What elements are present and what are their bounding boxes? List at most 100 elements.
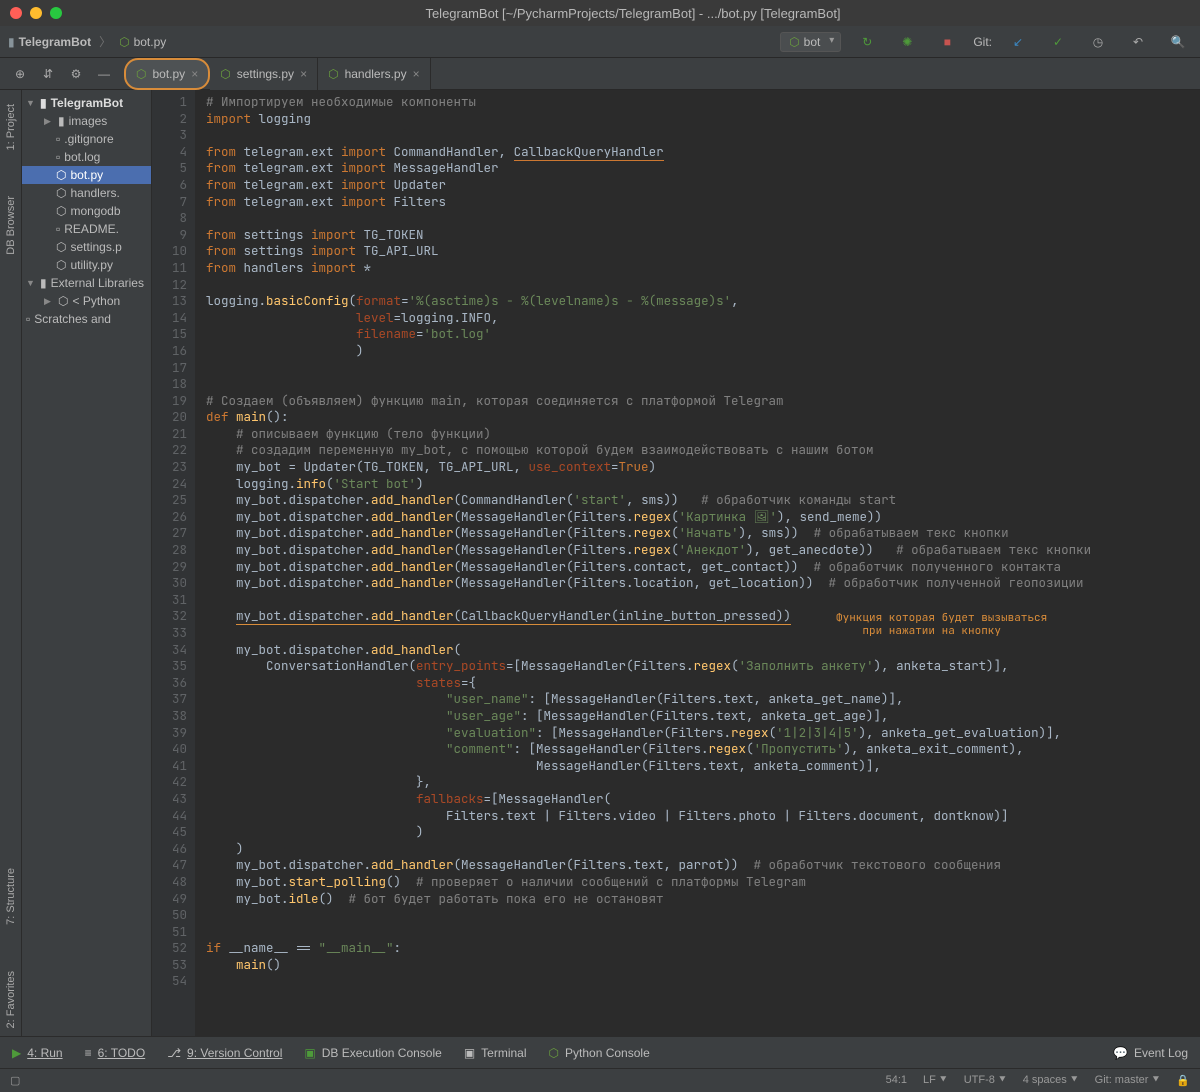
code-line[interactable]: )	[206, 841, 1200, 858]
code-line[interactable]: from telegram.ext import CommandHandler,…	[206, 144, 1200, 161]
tree-file-gitignore[interactable]: ▫ .gitignore	[22, 130, 151, 148]
tab-bot-py[interactable]: ⬡ bot.py ×	[124, 58, 210, 90]
code-line[interactable]: main()	[206, 957, 1200, 974]
expand-icon[interactable]: ⇵	[37, 63, 59, 85]
code-line[interactable]: # Импортируем необходимые компоненты	[206, 94, 1200, 111]
close-icon[interactable]: ×	[191, 67, 198, 81]
code-line[interactable]: # Создаем (объявляем) функцию main, кото…	[206, 393, 1200, 410]
run-config-dropdown[interactable]: ⬡bot	[780, 32, 841, 52]
tree-file-botlog[interactable]: ▫ bot.log	[22, 148, 151, 166]
breadcrumb[interactable]: ▮ TelegramBot 〉 ⬡ bot.py	[8, 33, 166, 50]
code-line[interactable]: def main():	[206, 409, 1200, 426]
code-line[interactable]: },	[206, 774, 1200, 791]
breadcrumb-file[interactable]: bot.py	[134, 35, 167, 49]
vcs-commit-icon[interactable]: ✓	[1047, 31, 1069, 53]
tab-settings-py[interactable]: ⬡ settings.py ×	[210, 58, 318, 90]
tab-handlers-py[interactable]: ⬡ handlers.py ×	[318, 58, 431, 90]
code-line[interactable]: my_bot.dispatcher.add_handler(MessageHan…	[206, 559, 1200, 576]
code-line[interactable]: my_bot.dispatcher.add_handler(MessageHan…	[206, 575, 1200, 592]
collapse-icon[interactable]: —	[93, 63, 115, 85]
breadcrumb-project[interactable]: TelegramBot	[19, 35, 91, 49]
code-line[interactable]: my_bot.start_polling() # проверяет о нал…	[206, 874, 1200, 891]
tool-terminal[interactable]: ▣ Terminal	[464, 1046, 527, 1060]
status-git-branch[interactable]: Git: master ⯆	[1095, 1074, 1161, 1087]
tree-scratches[interactable]: ▫ Scratches and	[22, 310, 151, 328]
code-line[interactable]: "user_age": [MessageHandler(Filters.text…	[206, 708, 1200, 725]
code-line[interactable]: my_bot.dispatcher.add_handler(	[206, 642, 1200, 659]
code-line[interactable]: my_bot.idle() # бот будет работать пока …	[206, 891, 1200, 908]
tree-external-libraries[interactable]: ▼▮ External Libraries	[22, 274, 151, 292]
code-line[interactable]: )	[206, 343, 1200, 360]
tree-python-sdk[interactable]: ▶⬡ < Python	[22, 292, 151, 310]
code-line[interactable]	[206, 360, 1200, 377]
code-line[interactable]: states={	[206, 675, 1200, 692]
code-line[interactable]: my_bot.dispatcher.add_handler(MessageHan…	[206, 525, 1200, 542]
code-line[interactable]	[206, 907, 1200, 924]
tool-python-console[interactable]: ⬡ Python Console	[549, 1046, 650, 1060]
panel-favorites[interactable]: 2: Favorites	[3, 963, 19, 1036]
tool-run[interactable]: ▶4: Run	[12, 1046, 63, 1060]
tree-file-settings[interactable]: ⬡ settings.p	[22, 238, 151, 256]
code-line[interactable]: fallbacks=[MessageHandler(	[206, 791, 1200, 808]
code-line[interactable]: "user_name": [MessageHandler(Filters.tex…	[206, 691, 1200, 708]
code-line[interactable]: import logging	[206, 111, 1200, 128]
code-line[interactable]	[206, 973, 1200, 990]
code-line[interactable]: my_bot.dispatcher.add_handler(MessageHan…	[206, 857, 1200, 874]
debug-icon[interactable]: ✺	[896, 31, 918, 53]
status-menu-icon[interactable]: ▢	[10, 1074, 20, 1087]
code-line[interactable]: my_bot.dispatcher.add_handler(CallbackQu…	[206, 608, 1200, 625]
tree-file-utility[interactable]: ⬡ utility.py	[22, 256, 151, 274]
code-line[interactable]: my_bot.dispatcher.add_handler(CommandHan…	[206, 492, 1200, 509]
vcs-revert-icon[interactable]: ↶	[1127, 31, 1149, 53]
code-line[interactable]: from telegram.ext import Updater	[206, 177, 1200, 194]
code-line[interactable]: my_bot = Updater(TG_TOKEN, TG_API_URL, u…	[206, 459, 1200, 476]
stop-icon[interactable]: ■	[936, 31, 958, 53]
gear-icon[interactable]: ⚙	[65, 63, 87, 85]
tool-db-console[interactable]: ▣ DB Execution Console	[304, 1046, 441, 1060]
code-line[interactable]	[206, 127, 1200, 144]
search-icon[interactable]: 🔍	[1167, 31, 1189, 53]
code-line[interactable]: "comment": [MessageHandler(Filters.regex…	[206, 741, 1200, 758]
run-icon[interactable]: ↻	[856, 31, 878, 53]
code-line[interactable]	[206, 625, 1200, 642]
status-lock-icon[interactable]: 🔒	[1176, 1074, 1190, 1087]
code-line[interactable]: ConversationHandler(entry_points=[Messag…	[206, 658, 1200, 675]
close-window-icon[interactable]	[10, 7, 22, 19]
line-numbers-gutter[interactable]: 1234567891011121314151617181920212223242…	[152, 90, 196, 1036]
project-tree[interactable]: ▼▮ TelegramBot ▶▮ images ▫ .gitignore ▫ …	[22, 90, 152, 1036]
code-line[interactable]: # создадим переменную my_bot, с помощью …	[206, 442, 1200, 459]
code-line[interactable]: logging.info('Start bot')	[206, 476, 1200, 493]
code-line[interactable]: my_bot.dispatcher.add_handler(MessageHan…	[206, 509, 1200, 526]
code-line[interactable]: level=logging.INFO,	[206, 310, 1200, 327]
code-line[interactable]: # описываем функцию (тело функции)	[206, 426, 1200, 443]
panel-db-browser[interactable]: DB Browser	[3, 188, 19, 263]
minimize-window-icon[interactable]	[30, 7, 42, 19]
code-line[interactable]: my_bot.dispatcher.add_handler(MessageHan…	[206, 542, 1200, 559]
code-line[interactable]: logging.basicConfig(format='%(asctime)s …	[206, 293, 1200, 310]
vcs-update-icon[interactable]: ↙	[1007, 31, 1029, 53]
status-line-ending[interactable]: LF ⯆	[923, 1074, 948, 1087]
tree-file-mongodb[interactable]: ⬡ mongodb	[22, 202, 151, 220]
code-line[interactable]	[206, 210, 1200, 227]
tree-folder-images[interactable]: ▶▮ images	[22, 112, 151, 130]
close-icon[interactable]: ×	[300, 67, 307, 81]
code-line[interactable]: from settings import TG_TOKEN	[206, 227, 1200, 244]
code-editor[interactable]: Функция которая будет вызываться при наж…	[196, 90, 1200, 1036]
tool-todo[interactable]: ≡ 6: TODO	[85, 1046, 146, 1060]
code-line[interactable]	[206, 277, 1200, 294]
code-line[interactable]: from settings import TG_API_URL	[206, 243, 1200, 260]
status-caret-position[interactable]: 54:1	[886, 1074, 907, 1087]
panel-structure[interactable]: 7: Structure	[3, 860, 19, 933]
maximize-window-icon[interactable]	[50, 7, 62, 19]
tool-event-log[interactable]: 💬 Event Log	[1113, 1046, 1188, 1060]
window-controls[interactable]	[10, 7, 62, 19]
code-line[interactable]: from telegram.ext import Filters	[206, 194, 1200, 211]
code-line[interactable]	[206, 376, 1200, 393]
code-line[interactable]: from telegram.ext import MessageHandler	[206, 160, 1200, 177]
tree-file-readme[interactable]: ▫ README.	[22, 220, 151, 238]
close-icon[interactable]: ×	[413, 67, 420, 81]
status-indent[interactable]: 4 spaces ⯆	[1023, 1074, 1079, 1087]
code-line[interactable]: if __name__ == "__main__":	[206, 940, 1200, 957]
tree-file-handlers[interactable]: ⬡ handlers.	[22, 184, 151, 202]
code-line[interactable]: filename='bot.log'	[206, 326, 1200, 343]
